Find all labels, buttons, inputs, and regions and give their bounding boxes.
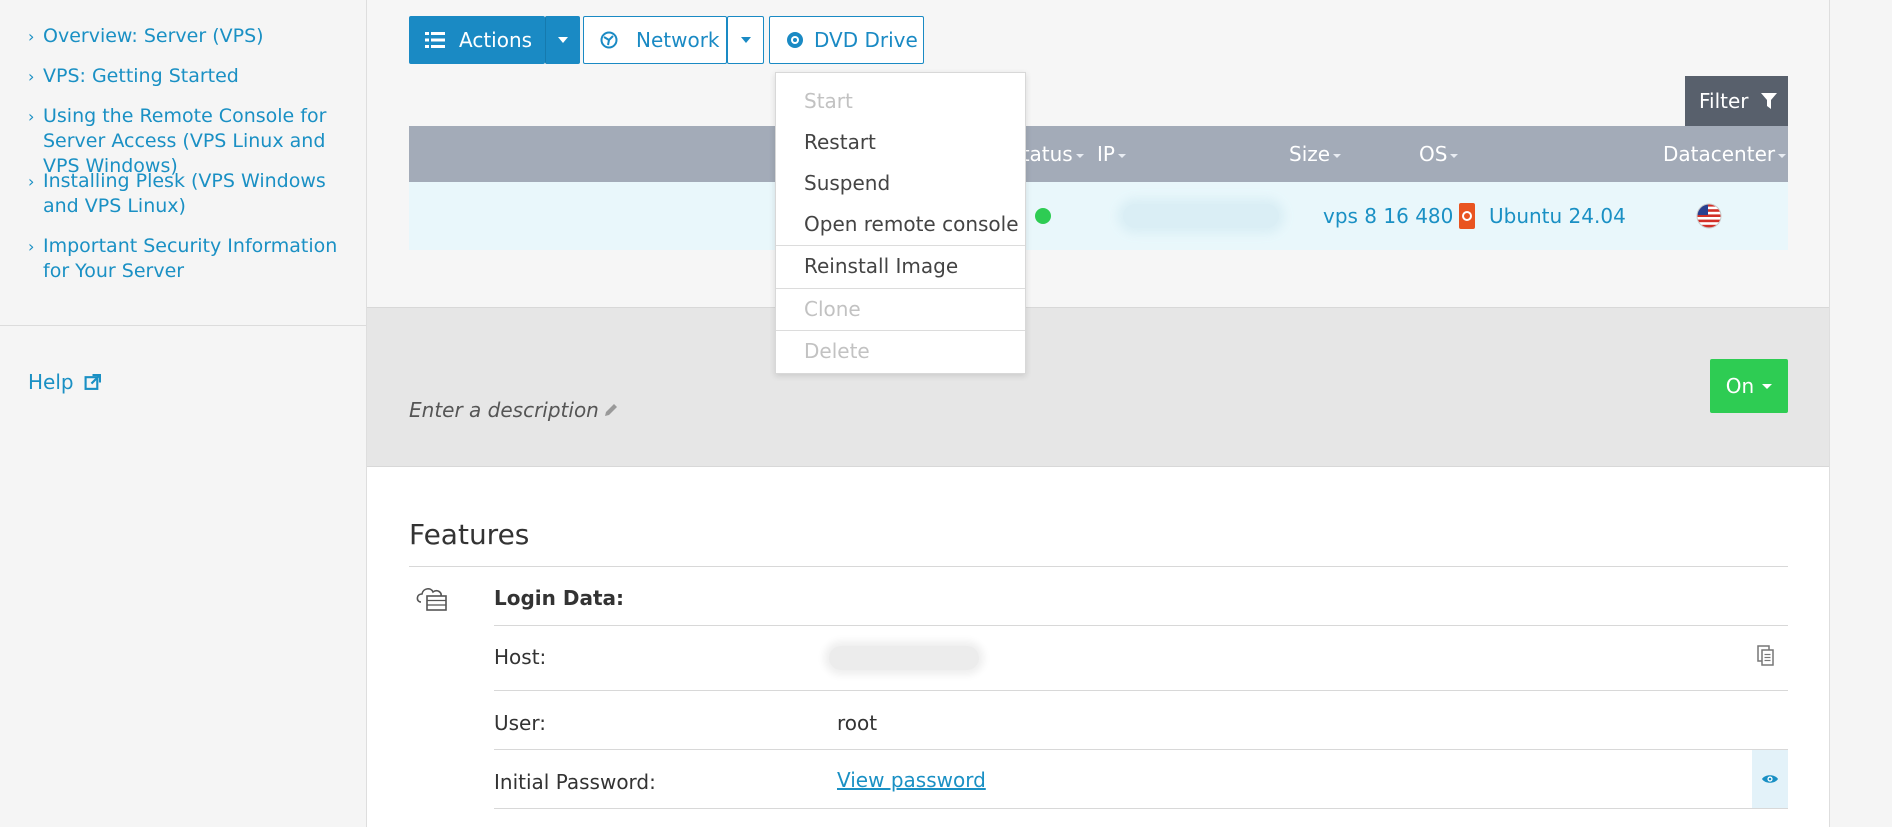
filter-label: Filter xyxy=(1699,89,1749,113)
chevron-right-icon: › xyxy=(28,27,35,46)
os-value: Ubuntu 24.04 xyxy=(1489,204,1626,228)
description-editor[interactable]: Enter a description xyxy=(409,398,619,422)
server-table-row[interactable]: vps 8 16 480 Ubuntu 24.04 xyxy=(409,182,1788,250)
sidebar-link-label: Important Security Information for Your … xyxy=(43,235,338,282)
eye-icon xyxy=(1762,775,1778,783)
network-button[interactable]: Network xyxy=(583,16,727,64)
row-divider xyxy=(494,749,1788,750)
sort-caret-icon xyxy=(1450,153,1459,158)
features-divider xyxy=(409,566,1788,567)
network-dropdown-toggle[interactable] xyxy=(727,16,764,64)
sort-caret-icon xyxy=(1333,153,1342,158)
menu-item-restart[interactable]: Restart xyxy=(776,122,1025,162)
help-link[interactable]: Help xyxy=(28,370,101,394)
list-icon xyxy=(425,32,445,48)
dvd-drive-button[interactable]: DVD Drive xyxy=(769,16,924,64)
sort-caret-icon xyxy=(1778,153,1787,158)
column-header-os[interactable]: OS xyxy=(1419,126,1459,182)
menu-item-start[interactable]: Start xyxy=(776,81,1025,121)
power-state-label: On xyxy=(1725,374,1755,398)
column-label: OS xyxy=(1419,142,1448,166)
user-label: User: xyxy=(494,711,546,735)
description-placeholder: Enter a description xyxy=(409,398,599,422)
status-cell xyxy=(1035,182,1051,250)
caret-down-icon xyxy=(1762,383,1773,389)
column-label: Size xyxy=(1289,142,1331,166)
show-password-button[interactable] xyxy=(1752,750,1788,808)
sort-caret-icon xyxy=(1075,153,1084,158)
user-value: root xyxy=(837,711,878,735)
size-value: vps 8 16 480 xyxy=(1323,204,1454,228)
chevron-right-icon: › xyxy=(28,107,35,126)
caret-down-icon xyxy=(558,37,568,43)
help-label: Help xyxy=(28,370,74,394)
password-label: Initial Password: xyxy=(494,770,656,794)
column-header-datacenter[interactable]: Datacenter xyxy=(1663,126,1787,182)
filter-button[interactable]: Filter xyxy=(1685,76,1788,126)
row-divider xyxy=(494,625,1788,626)
sidebar-link-security[interactable]: › Important Security Information for You… xyxy=(28,234,358,284)
sort-caret-icon xyxy=(1117,153,1126,158)
column-label: IP xyxy=(1097,142,1115,166)
external-link-icon xyxy=(84,374,101,390)
server-description-zone xyxy=(367,307,1829,467)
actions-dropdown-toggle[interactable] xyxy=(545,16,580,64)
chevron-right-icon: › xyxy=(28,237,35,256)
sidebar: › Overview: Server (VPS) › VPS: Getting … xyxy=(0,0,366,827)
sidebar-link-label: Overview: Server (VPS) xyxy=(43,25,264,47)
ubuntu-icon xyxy=(1459,203,1475,229)
login-data-heading: Login Data: xyxy=(494,586,625,610)
size-cell[interactable]: vps 8 16 480 xyxy=(1323,182,1453,250)
host-label: Host: xyxy=(494,645,547,669)
row-divider xyxy=(494,808,1788,809)
sidebar-link-label: Installing Plesk (VPS Windows and VPS Li… xyxy=(43,170,326,217)
sidebar-link-plesk[interactable]: › Installing Plesk (VPS Windows and VPS … xyxy=(28,169,358,219)
power-state-button[interactable]: On xyxy=(1710,359,1788,413)
column-header-ip[interactable]: IP xyxy=(1097,126,1126,182)
actions-button[interactable]: Actions xyxy=(409,16,545,64)
actions-dropdown-menu: Start Restart Suspend Open remote consol… xyxy=(775,72,1026,374)
os-value-wrapper: Ubuntu 24.04 xyxy=(1459,203,1626,229)
os-cell[interactable]: Ubuntu 24.04 xyxy=(1459,182,1626,250)
chevron-right-icon: › xyxy=(28,172,35,191)
column-header-size[interactable]: Size xyxy=(1289,126,1342,182)
dvd-drive-label: DVD Drive xyxy=(814,28,918,52)
menu-item-open-remote-console[interactable]: Open remote console xyxy=(776,204,1025,244)
view-password-link[interactable]: View password xyxy=(837,768,986,792)
row-divider xyxy=(494,690,1788,691)
ip-address-redacted xyxy=(1123,204,1279,228)
features-heading: Features xyxy=(409,518,530,551)
server-table-header: Status IP Size OS Datacenter xyxy=(409,126,1788,182)
sidebar-link-getting-started[interactable]: › VPS: Getting Started xyxy=(28,64,358,89)
disc-icon xyxy=(787,32,803,48)
us-flag-icon xyxy=(1696,203,1722,229)
sidebar-link-overview[interactable]: › Overview: Server (VPS) xyxy=(28,24,358,49)
caret-down-icon xyxy=(740,37,751,43)
copy-icon[interactable] xyxy=(1757,645,1775,667)
sidebar-link-label: VPS: Getting Started xyxy=(43,65,239,87)
menu-item-clone[interactable]: Clone xyxy=(776,289,1025,329)
actions-label: Actions xyxy=(459,28,533,52)
cloud-server-icon xyxy=(416,588,447,611)
status-running-indicator xyxy=(1035,208,1051,224)
menu-item-reinstall-image[interactable]: Reinstall Image xyxy=(776,246,1025,286)
chevron-right-icon: › xyxy=(28,67,35,86)
menu-item-delete[interactable]: Delete xyxy=(776,331,1025,371)
datacenter-cell xyxy=(1696,182,1722,250)
funnel-icon xyxy=(1760,93,1777,109)
ip-cell xyxy=(1123,182,1279,250)
sidebar-link-label: Using the Remote Console for Server Acce… xyxy=(43,105,327,177)
network-icon xyxy=(600,31,618,49)
sidebar-link-remote-console[interactable]: › Using the Remote Console for Server Ac… xyxy=(28,104,358,179)
menu-item-suspend[interactable]: Suspend xyxy=(776,163,1025,203)
main-content: Actions Network DVD Drive Filter Status xyxy=(366,0,1830,827)
sidebar-divider xyxy=(0,325,366,326)
network-label: Network xyxy=(636,28,720,52)
host-value-redacted xyxy=(829,646,979,670)
pencil-icon xyxy=(604,404,617,416)
column-label: Datacenter xyxy=(1663,142,1776,166)
